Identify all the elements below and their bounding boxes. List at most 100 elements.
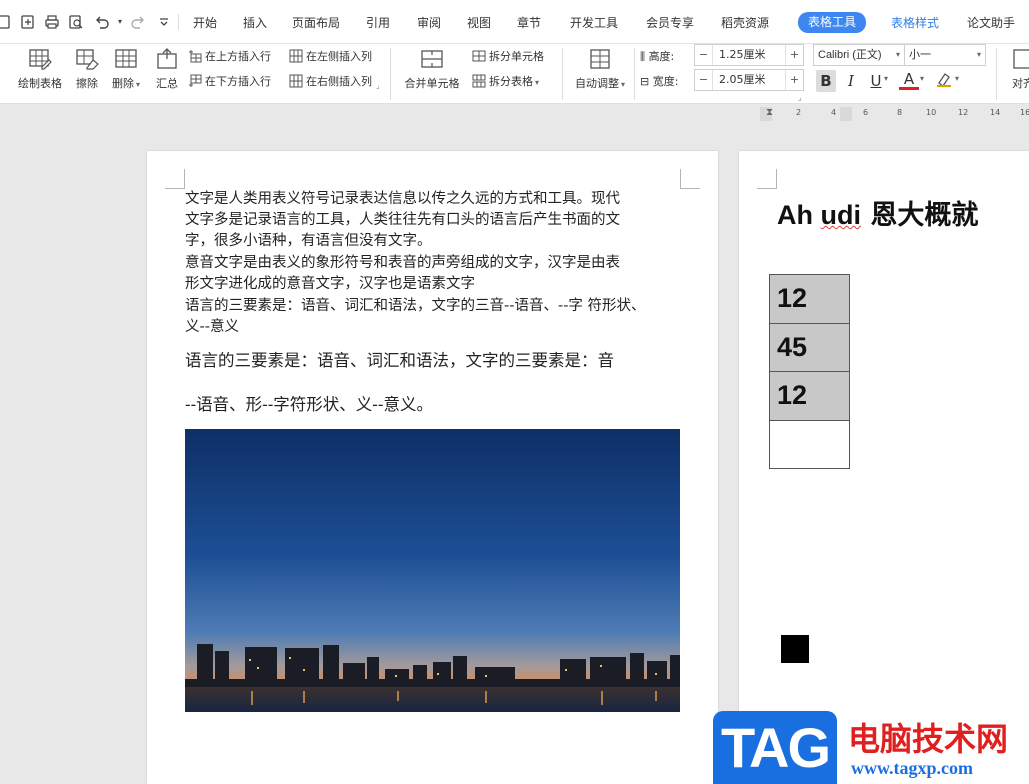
- dialog-launcher-icon[interactable]: ⌟: [376, 81, 380, 90]
- page-corner-marker: [165, 169, 185, 189]
- insert-row-below-button[interactable]: 在下方插入行: [188, 73, 271, 91]
- dialog-launcher-icon[interactable]: ⌟: [798, 93, 802, 102]
- table-cell[interactable]: [769, 419, 850, 469]
- chevron-down-icon: ▾: [620, 80, 625, 89]
- tab-review[interactable]: 审阅: [417, 13, 441, 33]
- document-icon[interactable]: [0, 14, 12, 30]
- highlighter-icon: [937, 73, 951, 87]
- document-page-2[interactable]: Ah udi 恩大概就 12 45 12: [739, 151, 1029, 784]
- font-color-button[interactable]: A: [899, 70, 919, 90]
- italic-button[interactable]: I: [841, 70, 861, 92]
- watermark-url: www.tagxp.com: [851, 758, 973, 778]
- row-height-spinner[interactable]: − 1.25厘米 +: [694, 44, 804, 66]
- tab-home[interactable]: 开始: [193, 13, 217, 33]
- summary-button[interactable]: 汇总: [152, 47, 182, 91]
- insert-column-right-icon: [289, 74, 303, 88]
- paragraph-line[interactable]: 字，很多小语种，有语言但没有文字。: [185, 231, 685, 252]
- insert-row-below-icon: [188, 74, 202, 88]
- undo-icon[interactable]: [94, 14, 110, 30]
- decrease-height-button[interactable]: −: [695, 45, 713, 65]
- tab-thesis-assistant[interactable]: 论文助手: [967, 13, 1015, 33]
- print-preview-icon[interactable]: [68, 14, 84, 30]
- chevron-down-icon: ▾: [976, 50, 981, 59]
- align-button[interactable]: 对齐: [1003, 47, 1029, 91]
- undo-dropdown-icon[interactable]: ▾: [112, 14, 128, 30]
- paragraph-line[interactable]: 义--意义: [185, 317, 685, 338]
- insert-row-above-button[interactable]: 在上方插入行: [188, 48, 271, 66]
- split-table-dropdown-button[interactable]: 拆分表格 ▾: [472, 73, 539, 91]
- tab-references[interactable]: 引用: [366, 13, 390, 33]
- insert-column-right-button[interactable]: 在右侧插入列: [289, 73, 372, 91]
- document-table[interactable]: 12 45 12: [769, 274, 850, 469]
- highlight-button[interactable]: [934, 70, 954, 92]
- chevron-down-icon: ▾: [135, 80, 140, 89]
- split-cells-button[interactable]: 拆分单元格: [472, 48, 544, 66]
- print-icon[interactable]: [44, 14, 60, 30]
- watermark-site-name: 电脑技术网: [848, 720, 1009, 758]
- draw-table-button[interactable]: 绘制表格: [14, 47, 66, 91]
- divider: [178, 14, 179, 30]
- row-height-icon: ⫼: [640, 50, 646, 63]
- tab-developer-tools[interactable]: 开发工具: [570, 13, 618, 33]
- divider: [996, 48, 997, 100]
- tab-insert[interactable]: 插入: [243, 13, 267, 33]
- underline-button[interactable]: U: [866, 70, 886, 92]
- export-pdf-icon[interactable]: [20, 14, 36, 30]
- row-height-value[interactable]: 1.25厘米: [719, 45, 766, 65]
- align-icon: [1011, 47, 1029, 71]
- paragraph-line[interactable]: --语音、形--字符形状、义--意义。: [185, 391, 685, 415]
- spellcheck-word[interactable]: udi: [821, 200, 862, 230]
- tab-table-tools[interactable]: 表格工具: [798, 12, 867, 33]
- paragraph-line[interactable]: 文字多是记录语言的工具，人类往往先有口头的语言后产生书面的文: [185, 210, 685, 231]
- font-size-select[interactable]: 小一 ▾: [904, 44, 986, 66]
- column-width-spinner[interactable]: − 2.05厘米 +: [694, 69, 804, 91]
- ruler-tick: 2: [796, 108, 802, 117]
- menu-tab-bar: ▾ 开始 插入 页面布局 引用 审阅 视图 章节 开发工具 会员专享 稻壳资源 …: [0, 0, 1029, 44]
- table-cell[interactable]: 45: [769, 322, 850, 372]
- tab-chapter[interactable]: 章节: [517, 13, 541, 33]
- column-width-label: ⊟ 宽度:: [640, 75, 679, 88]
- chevron-down-icon: ▾: [895, 50, 900, 59]
- tab-page-layout[interactable]: 页面布局: [292, 13, 340, 33]
- tab-member[interactable]: 会员专享: [646, 13, 694, 33]
- chevron-down-icon[interactable]: ▾: [884, 74, 888, 83]
- increase-width-button[interactable]: +: [785, 70, 803, 90]
- chevron-down-icon[interactable]: ▾: [920, 74, 924, 83]
- paragraph-line[interactable]: 形文字进化成的意音文字，汉字也是语素文字: [185, 274, 685, 295]
- delete-dropdown-button[interactable]: 删除 ▾: [108, 47, 144, 91]
- ruler-tick: 16: [1020, 108, 1029, 117]
- indent-marker-icon[interactable]: ⧗: [766, 107, 773, 118]
- customize-toolbar-icon[interactable]: [156, 14, 172, 30]
- auto-fit-dropdown-button[interactable]: 自动调整 ▾: [570, 47, 630, 91]
- merge-cells-button[interactable]: 合并单元格: [398, 47, 466, 91]
- paragraph-line[interactable]: 文字是人类用表义符号记录表达信息以传之久远的方式和工具。现代: [185, 189, 685, 210]
- ruler-tick: 4: [831, 108, 837, 117]
- paragraph-line[interactable]: 语言的三要素是：语音、词汇和语法，文字的三要素是：音: [185, 347, 685, 371]
- redo-icon[interactable]: [130, 14, 146, 30]
- font-name-select[interactable]: Calibri (正文) ▾: [813, 44, 905, 66]
- tab-view[interactable]: 视图: [467, 13, 491, 33]
- document-page-1[interactable]: 文字是人类用表义符号记录表达信息以传之久远的方式和工具。现代 文字多是记录语言的…: [147, 151, 718, 784]
- table-cell[interactable]: 12: [769, 371, 850, 421]
- ruler-tick: 8: [897, 108, 903, 117]
- bold-button[interactable]: B: [816, 70, 836, 92]
- black-square-shape[interactable]: [781, 635, 809, 663]
- page-heading[interactable]: Ah udi 恩大概就: [777, 193, 978, 232]
- decrease-width-button[interactable]: −: [695, 70, 713, 90]
- tab-docer-resources[interactable]: 稻壳资源: [721, 13, 769, 33]
- chevron-down-icon[interactable]: ▾: [955, 74, 959, 83]
- paragraph-line[interactable]: 意音文字是由表义的象形符号和表音的声旁组成的文字，汉字是由表: [185, 253, 685, 274]
- paragraph-line[interactable]: 语言的三要素是：语音、词汇和语法，文字的三音--语音、--字 符形状、: [185, 296, 685, 317]
- ruler-column-marker[interactable]: [840, 107, 852, 121]
- eraser-icon: [75, 47, 99, 71]
- horizontal-ruler[interactable]: ⧗ 2 4 6 8 10 12 14 16: [760, 107, 1029, 121]
- insert-column-left-button[interactable]: 在左侧插入列: [289, 48, 372, 66]
- erase-button[interactable]: 擦除: [72, 47, 102, 91]
- page-corner-marker: [757, 169, 777, 189]
- tab-table-style[interactable]: 表格样式: [891, 13, 939, 33]
- table-cell[interactable]: 12: [769, 274, 850, 324]
- increase-height-button[interactable]: +: [785, 45, 803, 65]
- row-height-label: ⫼ 高度:: [640, 50, 675, 63]
- column-width-value[interactable]: 2.05厘米: [719, 70, 766, 90]
- night-skyline-photo[interactable]: [185, 429, 680, 712]
